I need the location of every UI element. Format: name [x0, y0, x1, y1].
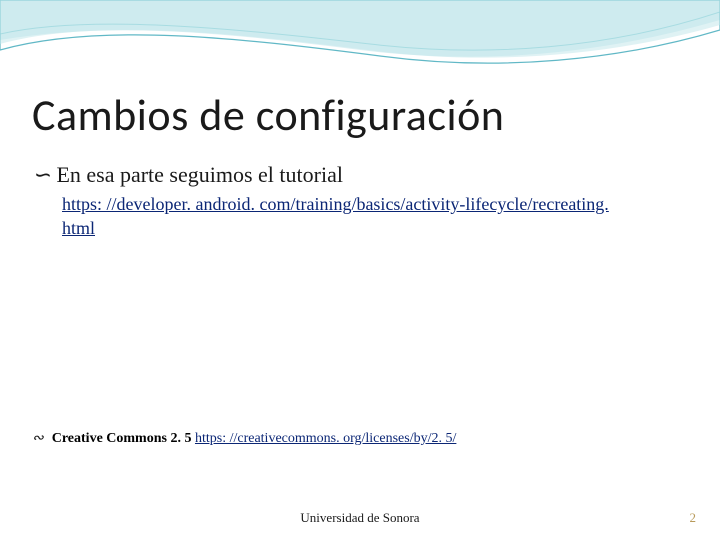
bullet-glyph-icon: ∽	[32, 164, 50, 186]
cc-link[interactable]: https: //creativecommons. org/licenses/b…	[195, 431, 456, 446]
cc-label: Creative Commons 2. 5	[52, 431, 195, 446]
cc-area: ∾ Creative Commons 2. 5 https: //creativ…	[32, 430, 688, 447]
cc-line: ∾ Creative Commons 2. 5 https: //creativ…	[32, 430, 688, 447]
slide-title: Cambios de configuración	[32, 88, 504, 142]
page-number: 2	[690, 510, 697, 526]
bullet-glyph-icon: ∾	[32, 430, 44, 447]
bullet-text: En esa parte seguimos el tutorial	[56, 162, 343, 188]
tutorial-link[interactable]: https: //developer. android. com/trainin…	[62, 194, 609, 238]
footer-text: Universidad de Sonora	[0, 510, 720, 526]
tutorial-link-block: https: //developer. android. com/trainin…	[62, 192, 622, 241]
bullet-item-1: ∽ En esa parte seguimos el tutorial	[32, 162, 688, 188]
decorative-wave-top	[0, 0, 720, 90]
slide: Cambios de configuración ∽ En esa parte …	[0, 0, 720, 540]
body-area: ∽ En esa parte seguimos el tutorial http…	[32, 162, 688, 241]
